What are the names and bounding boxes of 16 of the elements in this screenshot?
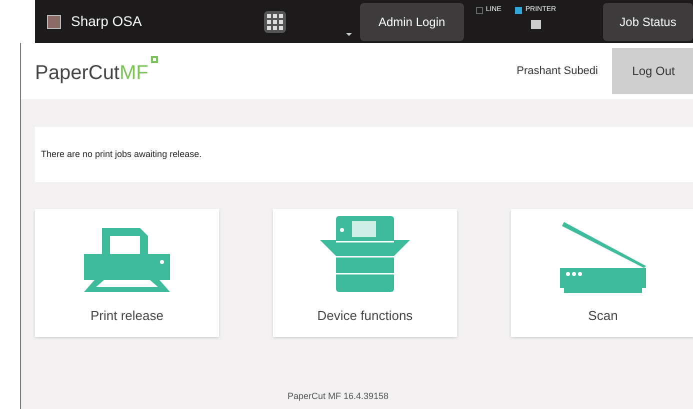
copier-icon <box>320 216 410 294</box>
papercut-logo: PaperCutMF <box>35 56 158 86</box>
version-text: PaperCut MF 16.4.39158 <box>287 390 389 403</box>
function-tile[interactable]: Device functions <box>273 209 457 337</box>
user-name: Prashant Subedi <box>516 64 598 79</box>
function-tile[interactable]: Scan <box>511 209 693 337</box>
dropdown-caret-icon[interactable] <box>346 33 352 36</box>
scanner-icon <box>558 222 648 294</box>
status-message: There are no print jobs awaiting release. <box>41 148 202 161</box>
keypad-icon[interactable] <box>264 10 286 32</box>
printer-icon <box>82 226 172 294</box>
app-name: Sharp OSA <box>71 12 142 31</box>
function-tile[interactable]: Print release <box>35 209 219 337</box>
log-out-button[interactable]: Log Out <box>612 48 693 94</box>
job-status-button[interactable]: Job Status <box>603 2 693 40</box>
admin-login-button[interactable]: Admin Login <box>360 2 464 40</box>
